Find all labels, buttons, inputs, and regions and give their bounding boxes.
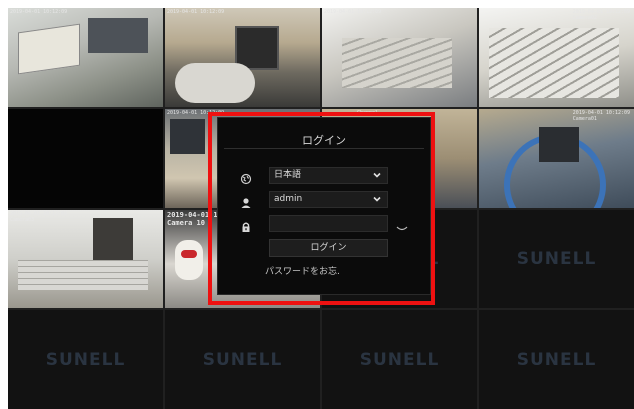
language-select[interactable]: 日本語 <box>269 167 388 184</box>
camera-tile-9[interactable]: 2019-04-01 10:12:09 Camera03 <box>8 209 163 309</box>
eye-icon[interactable] <box>396 218 408 231</box>
forgot-password-link[interactable]: パスワードをお忘. <box>265 264 340 277</box>
sunell-logo: SUNELL <box>45 349 126 370</box>
chevron-down-icon <box>372 194 382 204</box>
user-icon <box>240 194 252 208</box>
camera-tile-14[interactable]: SUNELL <box>165 310 320 409</box>
sunell-logo: SUNELL <box>359 349 440 370</box>
sunell-logo: SUNELL <box>202 349 283 370</box>
camera-tile-3[interactable]: 2019-04-01 10:12:09 <box>322 8 477 107</box>
sunell-logo: SUNELL <box>516 349 597 370</box>
password-input[interactable] <box>269 215 388 232</box>
camera-osd: Channel <box>357 109 379 116</box>
camera-tile-2[interactable]: 2019-04-01 10:12:09 <box>165 8 320 107</box>
language-value: 日本語 <box>274 170 302 180</box>
username-select[interactable]: admin <box>269 191 388 208</box>
username-value: admin <box>274 194 303 204</box>
camera-tile-8[interactable]: 2019-04-01 10:12:09 Camera01 <box>479 108 634 208</box>
camera-osd: 2019-04-01 10:12:09 <box>167 9 225 15</box>
lock-icon <box>240 218 252 232</box>
camera-osd: 2019-04-01 10:12:09 Camera01 <box>572 109 630 122</box>
camera-osd: 2019-04-01 10:12:09 <box>10 9 68 15</box>
camera-osd: 2019-04-01 10:12:09 <box>324 9 382 15</box>
camera-tile-13[interactable]: SUNELL <box>8 310 163 409</box>
camera-tile-15[interactable]: SUNELL <box>322 310 477 409</box>
login-dialog: ログイン 日本語 admin ログイン パスワードをお忘. <box>217 117 431 295</box>
divider <box>224 148 424 149</box>
camera-osd: 2019-04-01 10:12:09 Camera02 <box>572 9 630 21</box>
camera-tile-12[interactable]: SUNELL <box>479 209 634 309</box>
chevron-down-icon <box>372 170 382 180</box>
camera-osd: 2019-04-01 10:12:09 <box>167 109 225 116</box>
camera-tile-5[interactable] <box>8 108 163 208</box>
camera-osd: 2019-04-01 10:12:09 Camera03 <box>10 210 68 223</box>
login-button[interactable]: ログイン <box>269 239 388 257</box>
camera-tile-4[interactable]: 2019-04-01 10:12:09 Camera02 <box>479 8 634 107</box>
sunell-logo: SUNELL <box>516 248 597 269</box>
camera-tile-16[interactable]: SUNELL <box>479 310 634 409</box>
camera-tile-1[interactable]: 2019-04-01 10:12:09 <box>8 8 163 107</box>
globe-icon <box>240 170 252 185</box>
login-title: ログイン <box>302 134 346 147</box>
